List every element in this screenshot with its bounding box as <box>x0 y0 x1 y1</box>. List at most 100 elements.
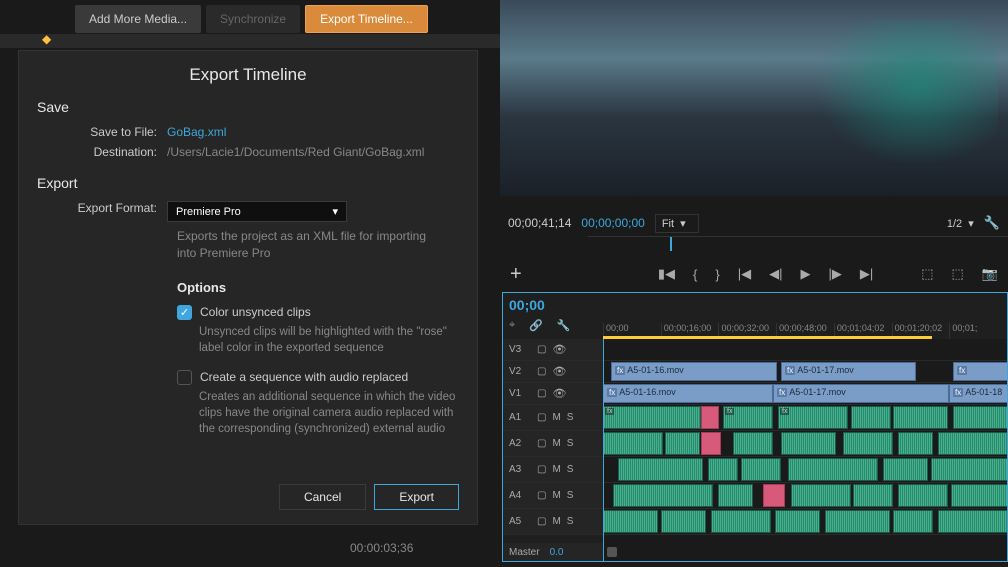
scrollbar-thumb[interactable] <box>607 547 617 557</box>
step-forward-icon[interactable]: |▶ <box>828 266 841 282</box>
track-header-v1[interactable]: V1▢👁 <box>503 383 603 405</box>
track-header-v2[interactable]: V2▢👁 <box>503 361 603 383</box>
program-scrubber[interactable] <box>588 236 1008 250</box>
audio-clip[interactable] <box>613 484 713 507</box>
color-unsynced-label: Color unsynced clips <box>200 305 311 319</box>
audio-clip[interactable] <box>708 458 738 481</box>
linked-selection-icon[interactable]: 🔗 <box>529 319 543 332</box>
export-timeline-dialog: Export Timeline Save Save to File: GoBag… <box>18 50 478 525</box>
step-back-icon[interactable]: ◀| <box>769 266 782 282</box>
go-to-in-icon[interactable]: |◀ <box>738 266 751 282</box>
video-clip[interactable]: fx <box>953 362 1007 381</box>
resolution-dropdown[interactable]: 1/2 ▾ <box>947 217 974 230</box>
export-frame-icon[interactable]: 📷 <box>982 266 998 282</box>
audio-clip[interactable] <box>781 432 836 455</box>
video-clip[interactable]: fxA5-01-17.mov <box>773 384 949 403</box>
mark-in-icon[interactable]: ▮◀ <box>658 266 675 282</box>
master-track-header[interactable]: Master 0.0 <box>503 543 603 561</box>
audio-clip[interactable] <box>718 484 753 507</box>
lift-icon[interactable]: ⬚ <box>921 266 933 282</box>
program-tc-playhead[interactable]: 00;00;00;00 <box>581 216 644 230</box>
audio-clip[interactable] <box>953 406 1007 429</box>
export-format-dropdown[interactable]: Premiere Pro ▾ <box>167 201 347 222</box>
audio-clip[interactable] <box>898 484 948 507</box>
audio-clip[interactable] <box>775 510 820 533</box>
eye-icon[interactable]: 👁 <box>552 365 566 378</box>
timeline-zoom-scrollbar[interactable] <box>603 543 1007 561</box>
video-clip[interactable]: fxA5-01-16.mov <box>603 384 773 403</box>
audio-clip[interactable] <box>701 432 721 455</box>
master-volume-value[interactable]: 0.0 <box>550 547 564 558</box>
go-to-out-icon[interactable]: ▶| <box>860 266 873 282</box>
audio-clip[interactable] <box>843 432 893 455</box>
audio-replaced-label: Create a sequence with audio replaced <box>200 370 408 384</box>
settings-wrench-icon[interactable]: 🔧 <box>557 319 571 332</box>
zoom-fit-dropdown[interactable]: Fit ▾ <box>655 214 699 233</box>
audio-clip[interactable] <box>853 484 893 507</box>
audio-clip[interactable] <box>931 458 1007 481</box>
audio-replaced-checkbox[interactable] <box>177 370 192 385</box>
export-button[interactable]: Export <box>374 484 459 510</box>
mark-clip-icon[interactable]: } <box>715 267 719 282</box>
save-section-heading: Save <box>37 99 459 115</box>
eye-icon[interactable]: 👁 <box>552 343 566 356</box>
audio-clip[interactable] <box>883 458 928 481</box>
audio-clip[interactable] <box>938 432 1007 455</box>
color-unsynced-checkbox[interactable]: ✓ <box>177 305 192 320</box>
audio-clip[interactable] <box>733 432 773 455</box>
audio-clip[interactable] <box>618 458 703 481</box>
add-media-button[interactable]: Add More Media... <box>75 5 201 33</box>
audio-clip[interactable] <box>763 484 785 507</box>
audio-clip[interactable] <box>661 510 706 533</box>
audio-clip[interactable] <box>665 432 700 455</box>
audio-clip[interactable] <box>791 484 851 507</box>
audio-clip[interactable]: fx <box>603 406 701 429</box>
track-header-a2[interactable]: A2▢MS <box>503 431 603 457</box>
synchronize-button[interactable]: Synchronize <box>206 5 300 33</box>
audio-clip[interactable] <box>851 406 891 429</box>
video-clip[interactable]: fxA5-01-17.mov <box>781 362 916 381</box>
eye-icon[interactable]: 👁 <box>552 387 566 400</box>
source-ruler <box>0 34 500 48</box>
track-header-a3[interactable]: A3▢MS <box>503 457 603 483</box>
audio-clip[interactable] <box>701 406 719 429</box>
audio-clip[interactable] <box>603 510 658 533</box>
play-icon[interactable]: ▶ <box>800 266 810 282</box>
save-to-file-label: Save to File: <box>37 125 167 139</box>
audio-clip[interactable] <box>938 510 1007 533</box>
audio-clip[interactable] <box>951 484 1007 507</box>
audio-clip[interactable]: fx <box>778 406 848 429</box>
program-tc-in[interactable]: 00;00;41;14 <box>508 216 571 230</box>
add-marker-button[interactable]: + <box>510 263 522 286</box>
wrench-settings-icon[interactable]: 🔧 <box>984 215 1000 231</box>
audio-clip[interactable] <box>711 510 771 533</box>
track-header-a4[interactable]: A4▢MS <box>503 483 603 509</box>
options-heading: Options <box>177 280 459 295</box>
audio-clip[interactable] <box>741 458 781 481</box>
mark-out-icon[interactable]: { <box>693 267 697 282</box>
timeline-timecode[interactable]: 00;00 <box>509 297 597 313</box>
video-clip[interactable]: fxA5-01-16.mov <box>611 362 777 381</box>
extract-icon[interactable]: ⬚ <box>952 266 964 282</box>
audio-clip[interactable] <box>603 432 663 455</box>
save-to-file-value[interactable]: GoBag.xml <box>167 125 226 139</box>
snap-icon[interactable]: ⌖ <box>509 319 515 332</box>
audio-clip[interactable] <box>788 458 878 481</box>
track-header-a1[interactable]: A1▢MS <box>503 405 603 431</box>
program-playhead[interactable] <box>670 237 672 251</box>
destination-value: /Users/Lacie1/Documents/Red Giant/GoBag.… <box>167 145 424 159</box>
audio-clip[interactable] <box>893 406 948 429</box>
video-clip[interactable]: fxA5-01-18 <box>949 384 1007 403</box>
cancel-button[interactable]: Cancel <box>279 484 366 510</box>
ruler-tick: 00;01; <box>949 323 1007 339</box>
track-header-v3[interactable]: V3▢👁 <box>503 339 603 361</box>
audio-clip[interactable] <box>893 510 933 533</box>
audio-clip[interactable] <box>898 432 933 455</box>
audio-clip[interactable]: fx <box>723 406 773 429</box>
preview-image <box>798 20 998 180</box>
audio-clip[interactable] <box>825 510 890 533</box>
export-timeline-button[interactable]: Export Timeline... <box>305 5 428 33</box>
track-header-a5[interactable]: A5▢MS <box>503 509 603 535</box>
timeline-playhead[interactable] <box>603 339 604 562</box>
timeline-tracks-area[interactable]: fxA5-01-16.mov fxA5-01-17.mov fx fxA5-01… <box>603 339 1007 562</box>
